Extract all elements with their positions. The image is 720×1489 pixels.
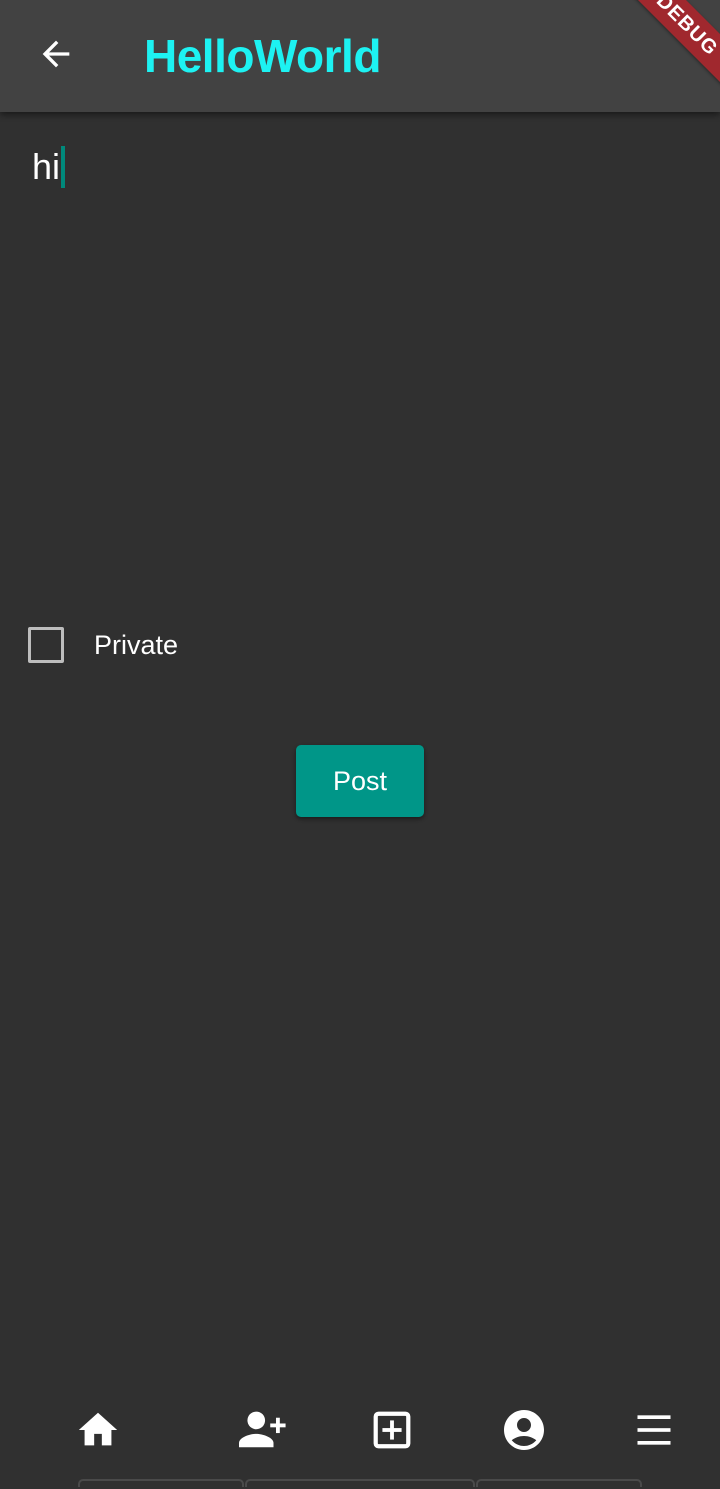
private-checkbox[interactable] (28, 627, 64, 663)
account-circle-icon (500, 1406, 548, 1459)
nav-add-friend[interactable] (222, 1390, 302, 1474)
arrow-back-icon (36, 34, 76, 79)
home-icon (75, 1407, 121, 1458)
nav-underlines (0, 1479, 720, 1489)
back-button[interactable] (24, 24, 88, 88)
private-label: Private (94, 629, 179, 660)
debug-banner: DEBUG (614, 0, 720, 98)
app-bar: HelloWorld DEBUG (0, 0, 720, 112)
nav-underline (245, 1479, 475, 1487)
nav-create[interactable] (352, 1390, 432, 1474)
nav-profile[interactable] (484, 1390, 564, 1474)
post-text-value: hi (32, 146, 61, 187)
post-text-field[interactable]: hi (32, 142, 688, 192)
menu-icon (632, 1408, 676, 1457)
private-checkbox-row[interactable]: Private (28, 624, 178, 666)
nav-underline (78, 1479, 244, 1487)
text-caret (61, 146, 66, 188)
app-title: HelloWorld (144, 30, 381, 82)
nav-underline (476, 1479, 642, 1487)
add-box-icon (369, 1407, 415, 1458)
person-add-icon (235, 1407, 289, 1458)
bottom-nav (0, 1390, 720, 1474)
nav-menu[interactable] (614, 1390, 694, 1474)
screen: HelloWorld DEBUG hi Private Post (0, 0, 720, 1489)
post-button[interactable]: Post (296, 745, 424, 817)
nav-home[interactable] (58, 1390, 138, 1474)
